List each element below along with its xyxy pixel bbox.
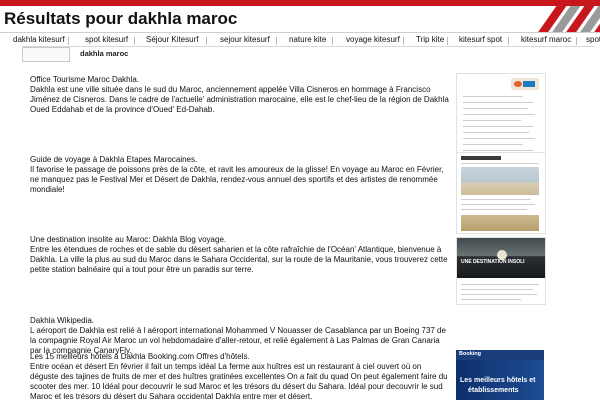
nav-separator	[332, 37, 333, 45]
result-item: Une destination insolite au Maroc: Dakhl…	[30, 235, 450, 275]
sand-photo	[461, 215, 539, 231]
result-snippet: Entre les étendues de roches et de sable…	[30, 245, 448, 274]
thumb-headline-2: établissements	[468, 387, 519, 394]
result-thumbnail[interactable]: Booking Les meilleurs hôtels et établiss…	[456, 350, 544, 400]
nav-bar: dakhla kitesurf spot kitesurf Séjour Kit…	[0, 33, 600, 47]
result-thumbnail[interactable]	[456, 152, 546, 234]
result-item: Guide de voyage à Dakhla Etapes Marocain…	[30, 155, 450, 195]
result-snippet: Il favorise le passage de poissons près …	[30, 165, 444, 194]
beach-photo	[461, 167, 539, 195]
nav-separator	[68, 37, 69, 45]
nav-separator	[276, 37, 277, 45]
nav-item-sejour-kitesurf-1[interactable]: Séjour Kitesurf	[146, 35, 198, 44]
nav-separator	[576, 37, 577, 45]
breadcrumb-label[interactable]: dakhla maroc	[80, 49, 128, 58]
result-snippet: Dakhla est une ville située dans le sud …	[30, 85, 449, 114]
sunset-photo	[457, 238, 545, 278]
result-item: Dakhla Wikipedia. L aéroport de Dakhla e…	[30, 316, 450, 356]
breadcrumb: dakhla maroc	[22, 46, 595, 62]
nav-item-dakhla-kitesurf[interactable]: dakhla kitesurf	[13, 35, 65, 44]
result-title[interactable]: Office Tourisme Maroc Dakhla.	[30, 75, 450, 85]
nav-separator	[134, 37, 135, 45]
thumb-headline-1: Les meilleurs hôtels et	[460, 377, 536, 384]
nav-separator	[206, 37, 207, 45]
result-snippet: Entre océan et désert En février il fait…	[30, 362, 448, 401]
result-title[interactable]: Dakhla Wikipedia.	[30, 316, 450, 326]
result-title[interactable]: Guide de voyage à Dakhla Etapes Marocain…	[30, 155, 450, 165]
header-decoration	[520, 6, 600, 32]
nav-item-spot[interactable]: spot	[586, 35, 600, 44]
result-title[interactable]: Une destination insolite au Maroc: Dakhl…	[30, 235, 450, 245]
nav-item-nature-kite[interactable]: nature kite	[289, 35, 326, 44]
nav-item-voyage-kitesurf[interactable]: voyage kitesurf	[346, 35, 400, 44]
result-item: Office Tourisme Maroc Dakhla. Dakhla est…	[30, 75, 450, 115]
nav-item-kitesurf-spot[interactable]: kitesurf spot	[459, 35, 502, 44]
result-thumbnail[interactable]: UNE DESTINATION INSOLI	[456, 237, 546, 305]
nav-separator	[403, 37, 404, 45]
result-item: Les 15 meilleurs hôtels à Dakhla Booking…	[30, 352, 450, 402]
nav-item-trip-kite[interactable]: Trip kite	[416, 35, 444, 44]
nav-separator	[447, 37, 448, 45]
nav-item-sejour-kitesurf-2[interactable]: sejour kitesurf	[220, 35, 270, 44]
nav-item-kitesurf-maroc[interactable]: kitesurf maroc	[521, 35, 571, 44]
result-title[interactable]: Les 15 meilleurs hôtels à Dakhla Booking…	[30, 352, 450, 362]
nav-item-spot-kitesurf[interactable]: spot kitesurf	[85, 35, 128, 44]
header: Résultats pour dakhla maroc	[0, 6, 600, 33]
page-title: Résultats pour dakhla maroc	[4, 9, 238, 28]
breadcrumb-thumbnail	[22, 47, 70, 62]
maroc-logo-icon	[511, 78, 539, 90]
thumb-caption: UNE DESTINATION INSOLI	[461, 259, 525, 265]
nav-separator	[508, 37, 509, 45]
booking-logo: Booking	[459, 351, 481, 357]
